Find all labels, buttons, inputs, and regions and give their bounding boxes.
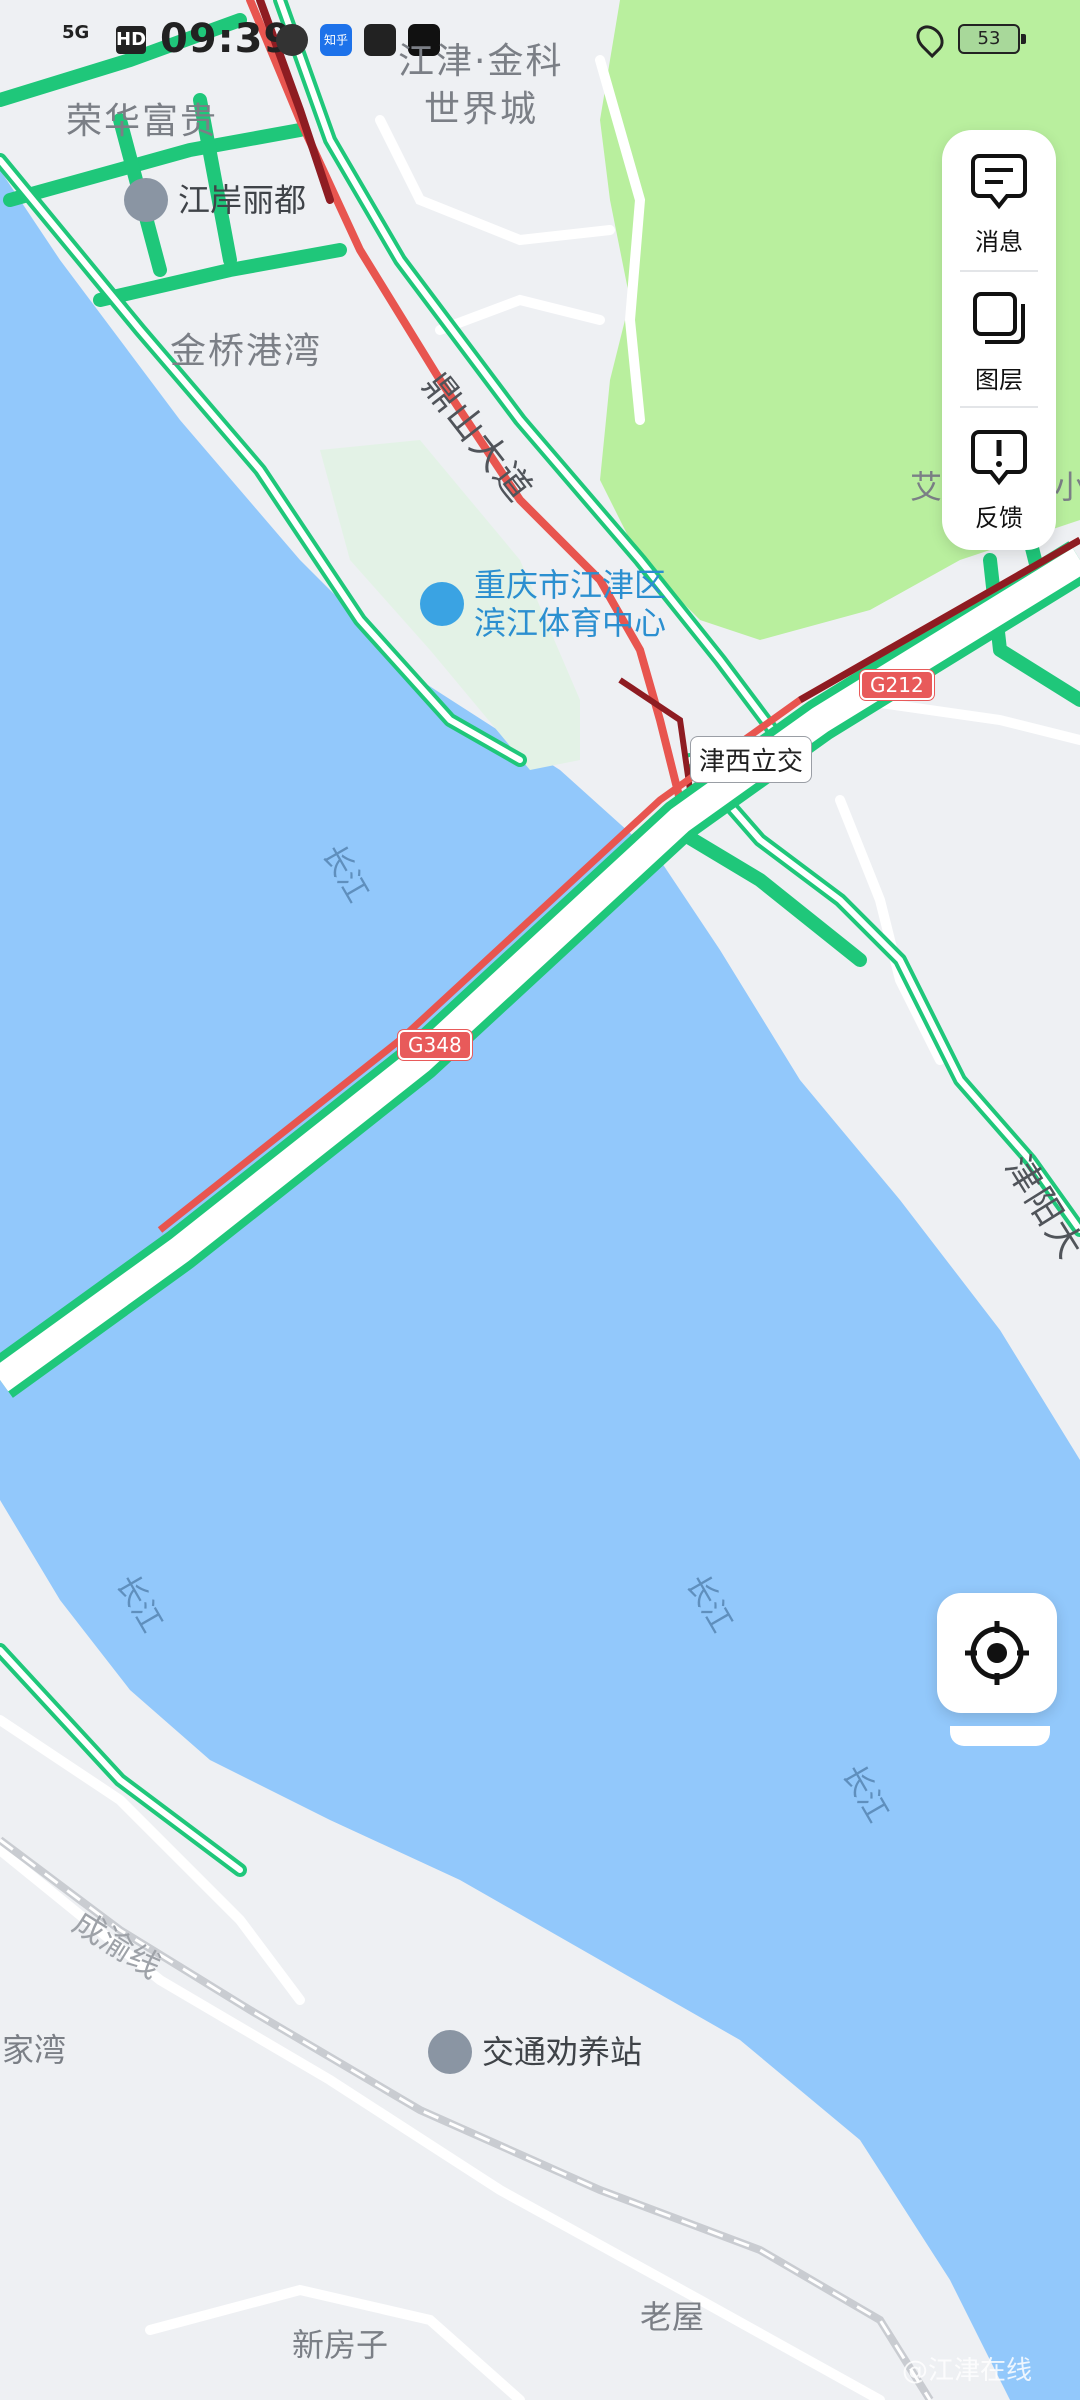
signal-strength: 5G — [62, 22, 90, 43]
area-label-xiao: 小 — [1054, 468, 1080, 506]
feedback-button[interactable]: 反馈 — [942, 406, 1056, 542]
area-label-liujiawan: 刘家湾 — [0, 2031, 67, 2069]
message-icon — [971, 154, 1027, 210]
area-label-ai: 艾 — [910, 468, 943, 506]
place-pin-icon — [428, 2030, 472, 2074]
zhihu-icon: 知乎 — [320, 24, 352, 56]
locate-me-button[interactable] — [937, 1593, 1057, 1713]
area-label-xinfangzi: 新房子 — [292, 2326, 389, 2364]
location-icon — [910, 19, 950, 59]
layers-label: 图层 — [975, 366, 1023, 394]
messages-button[interactable]: 消息 — [942, 130, 1056, 266]
poi-sports-name-1: 重庆市江津区 — [474, 566, 667, 604]
area-label-jinqiao: 金桥港湾 — [170, 331, 323, 372]
hd-indicator: HD — [116, 26, 146, 54]
poi-sports-center[interactable]: 重庆市江津区 滨江体育中心 — [420, 566, 666, 642]
junction-label-jinxi: 津西立交 — [690, 736, 813, 783]
highway-shield-g212: G212 — [860, 670, 934, 700]
layers-button[interactable]: 图层 — [942, 268, 1056, 404]
poi-jiangan[interactable]: 江岸丽都 — [124, 178, 306, 222]
feedback-icon — [971, 430, 1027, 486]
crosshair-icon — [965, 1621, 1029, 1685]
area-label-jinke: 江津·金科 — [398, 41, 564, 82]
area-label-ronghua: 荣华富贵 — [66, 101, 219, 142]
status-time: 09:39 — [160, 16, 293, 62]
stadium-pin-icon — [420, 582, 464, 626]
poi-station[interactable]: 交通劝养站 — [428, 2030, 642, 2074]
watermark: @江津在线 — [902, 2356, 1033, 2386]
bottom-sheet-handle[interactable] — [950, 1726, 1050, 1746]
area-label-jinke-2: 世界城 — [424, 89, 539, 130]
feedback-label: 反馈 — [975, 504, 1023, 532]
highway-shield-g348: G348 — [398, 1030, 472, 1060]
map-tools-panel: 消息 图层 反馈 — [942, 130, 1056, 550]
building-pin-icon — [124, 178, 168, 222]
messages-label: 消息 — [975, 228, 1023, 256]
area-label-laowu: 老屋 — [640, 2298, 705, 2336]
telegram-icon — [364, 24, 396, 56]
layers-icon — [973, 292, 1025, 344]
poi-sports-name-2: 滨江体育中心 — [474, 604, 667, 642]
wechat-icon — [276, 24, 308, 56]
battery-indicator: 53 — [958, 24, 1026, 54]
